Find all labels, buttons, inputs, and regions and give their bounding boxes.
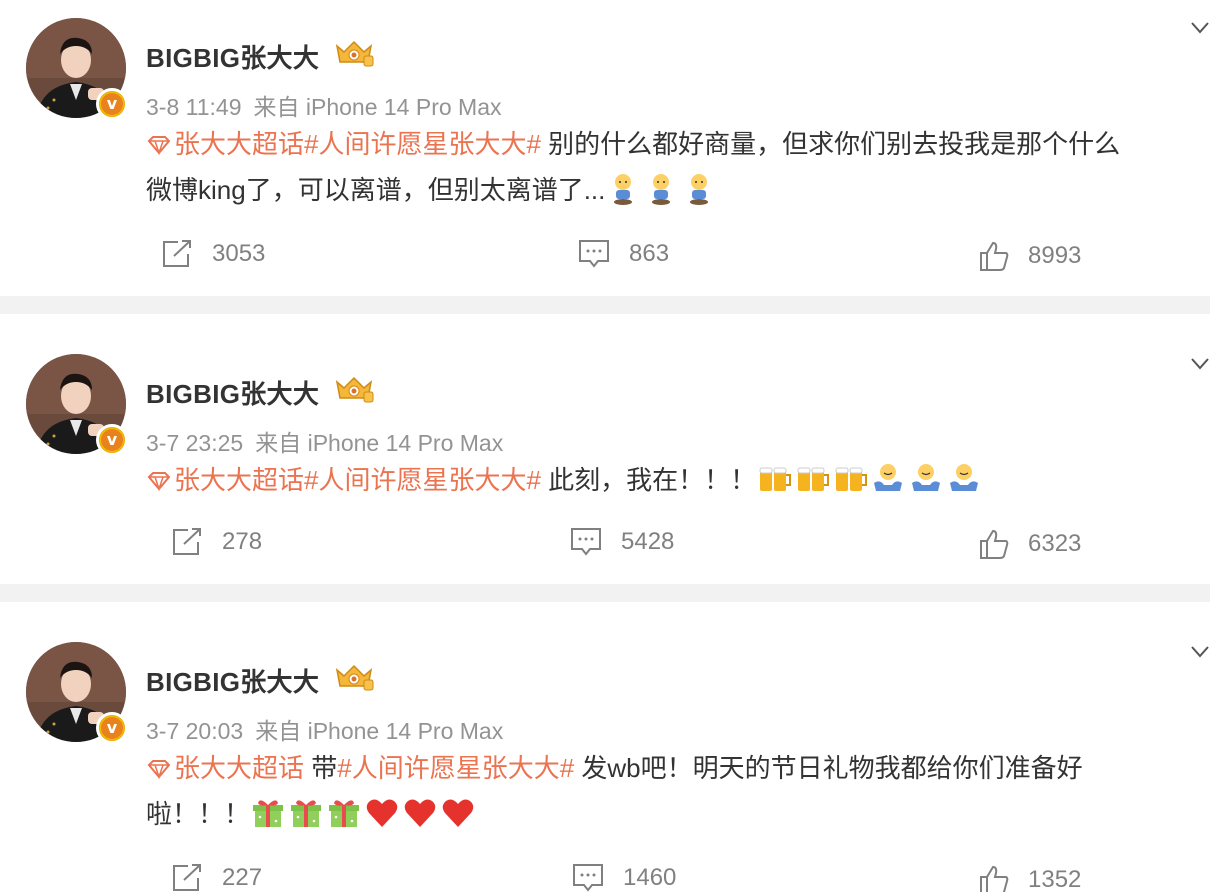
crown-icon: [335, 664, 374, 691]
hashtag-link[interactable]: #人间许愿星张大大#: [304, 465, 541, 495]
author-name[interactable]: BIGBIG张大大: [146, 662, 319, 699]
verified-badge-icon: v: [96, 88, 128, 120]
heart-icon: [442, 799, 474, 827]
post-body-line1: 发wb吧！明天的节日礼物我都给你们准备好: [574, 753, 1083, 783]
like-count: 1352: [1028, 866, 1082, 892]
crown-icon: [335, 376, 374, 403]
avatar[interactable]: v: [26, 18, 128, 120]
post-text: 张大大超话#人间许愿星张大大# 此刻，我在！！！: [146, 457, 1206, 503]
repost-icon: [173, 864, 201, 891]
heart-icon: [366, 799, 398, 827]
sad-kneel-icon: [652, 174, 671, 205]
hug-icon: [874, 464, 903, 491]
post-divider: [0, 584, 1210, 602]
comment-count: 5428: [621, 528, 675, 555]
author-name[interactable]: BIGBIG张大大: [146, 38, 319, 75]
verified-badge-icon: v: [96, 712, 128, 744]
post-body-line2: 微博king了，可以离谱，但别太离谱了...: [146, 175, 606, 205]
chevron-down-icon[interactable]: [1190, 644, 1210, 660]
supertopic-diamond-icon: [147, 760, 171, 779]
hug-icon: [950, 464, 979, 491]
thumbs-up-icon: [980, 865, 1009, 892]
post-meta: 3-7 20:03 来自 iPhone 14 Pro Max: [146, 712, 503, 746]
heart-icon: [404, 799, 436, 827]
comment-button[interactable]: 1460: [571, 862, 676, 892]
repost-count: 3053: [212, 240, 266, 267]
post-body-line1: 别的什么都好商量，但求你们别去投我是那个什么: [540, 129, 1121, 159]
thumbs-up-icon: [980, 529, 1009, 559]
comment-icon: [579, 240, 609, 268]
crown-icon: [335, 40, 374, 67]
repost-button[interactable]: 278: [170, 526, 262, 558]
like-count: 6323: [1028, 530, 1082, 557]
supertopic-link[interactable]: 张大大超话: [174, 129, 304, 159]
post-body-line1: 此刻，我在！！！: [540, 465, 757, 495]
avatar[interactable]: v: [26, 642, 128, 744]
post-card: v BIGBIG张大大 3-8 11:49 来自 iPhone 14 Pro Ma…: [0, 0, 1210, 296]
post-meta: 3-7 23:25 来自 iPhone 14 Pro Max: [146, 424, 503, 458]
hashtag-link[interactable]: #人间许愿星张大大#: [304, 129, 541, 159]
hashtag-link[interactable]: #人间许愿星张大大#: [337, 753, 574, 783]
post-body-line2: 啦！！！: [146, 799, 251, 829]
repost-button[interactable]: 3053: [160, 238, 265, 270]
repost-count: 278: [222, 528, 263, 555]
repost-icon: [173, 528, 201, 555]
like-count: 8993: [1028, 242, 1082, 269]
gift-icon: [329, 800, 360, 827]
post-time[interactable]: 3-8 11:49: [146, 94, 241, 120]
thumbs-up-icon: [980, 241, 1009, 271]
repost-count: 227: [222, 864, 263, 891]
hug-icon: [912, 464, 941, 491]
comment-icon: [573, 864, 603, 892]
beer-icon: [797, 467, 830, 491]
supertopic-diamond-icon: [147, 472, 171, 491]
post-time[interactable]: 3-7 20:03: [146, 718, 243, 744]
chevron-down-icon[interactable]: [1190, 20, 1210, 36]
post-source: 来自 iPhone 14 Pro Max: [255, 430, 504, 456]
gift-icon: [253, 800, 284, 827]
chevron-down-icon[interactable]: [1190, 356, 1210, 372]
supertopic-diamond-icon: [147, 136, 171, 155]
post-connector: 带: [304, 753, 338, 783]
post-text: 张大大超话 带#人间许愿星张大大# 发wb吧！明天的节日礼物我都给你们准备好 啦…: [146, 745, 1206, 837]
supertopic-link[interactable]: 张大大超话: [174, 753, 304, 783]
like-button[interactable]: 6323: [978, 528, 1081, 560]
comment-count: 1460: [623, 864, 677, 891]
avatar[interactable]: v: [26, 354, 128, 456]
post-source: 来自 iPhone 14 Pro Max: [255, 718, 504, 744]
post-time[interactable]: 3-7 23:25: [146, 430, 243, 456]
post-text: 张大大超话#人间许愿星张大大# 别的什么都好商量，但求你们别去投我是那个什么 微…: [146, 121, 1206, 213]
post-source: 来自 iPhone 14 Pro Max: [253, 94, 502, 120]
sad-kneel-icon: [614, 174, 633, 205]
comment-count: 863: [629, 240, 670, 267]
sad-kneel-icon: [690, 174, 709, 205]
beer-icon: [759, 467, 792, 491]
repost-button[interactable]: 227: [170, 862, 262, 892]
post-card: v BIGBIG张大大 3-7 23:25 来自 iPhone 14 Pro Ma…: [0, 314, 1210, 584]
post-meta: 3-8 11:49 来自 iPhone 14 Pro Max: [146, 88, 502, 122]
beer-icon: [835, 467, 868, 491]
verified-badge-icon: v: [96, 424, 128, 456]
repost-icon: [163, 240, 191, 267]
supertopic-link[interactable]: 张大大超话: [174, 465, 304, 495]
author-name[interactable]: BIGBIG张大大: [146, 374, 319, 411]
comment-button[interactable]: 863: [577, 238, 669, 270]
comment-button[interactable]: 5428: [569, 526, 674, 558]
post-divider: [0, 296, 1210, 314]
comment-icon: [571, 528, 601, 556]
like-button[interactable]: 1352: [978, 864, 1081, 892]
post-card: v BIGBIG张大大 3-7 20:03 来自 iPhone 14 Pro Ma…: [0, 602, 1210, 892]
like-button[interactable]: 8993: [978, 240, 1081, 272]
gift-icon: [291, 800, 322, 827]
